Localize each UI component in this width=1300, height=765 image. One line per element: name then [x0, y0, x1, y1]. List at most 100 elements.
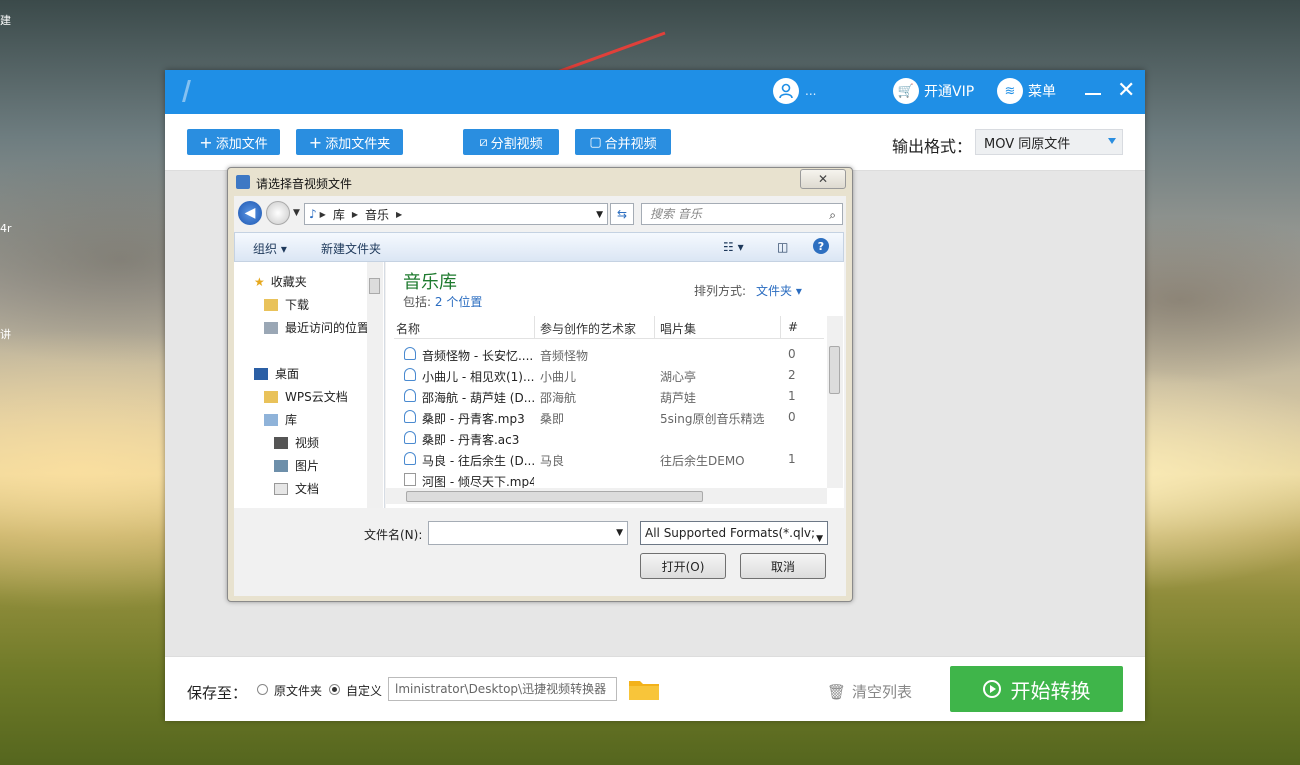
chevron-down-icon[interactable]: ▼ [596, 210, 603, 220]
download-folder-icon [264, 298, 278, 311]
cart-icon: 🛒 [893, 78, 919, 104]
dialog-title: 请选择音视频文件 [256, 177, 353, 191]
new-folder-button[interactable]: 新建文件夹 [321, 240, 381, 257]
merge-video-label: 合并视频 [604, 136, 657, 152]
scrollbar-thumb[interactable] [829, 346, 840, 394]
nav-favorites[interactable]: ★ 收藏夹 [254, 273, 307, 290]
nav-scrollbar[interactable] [367, 262, 383, 508]
app-logo [182, 80, 207, 102]
dialog-close-button[interactable]: ✕ [800, 169, 846, 189]
start-convert-button[interactable]: 开始转换 [950, 666, 1123, 712]
save-to-label: 保存至： [187, 684, 248, 702]
radio-custom[interactable] [329, 684, 340, 695]
chevron-right-icon: ▶ [319, 209, 326, 219]
minimize-button[interactable] [1085, 93, 1101, 95]
nav-libraries[interactable]: 库 [264, 411, 297, 428]
save-path-input[interactable]: lministrator\Desktop\迅捷视频转换器 [388, 677, 617, 701]
start-convert-label: 开始转换 [1010, 678, 1091, 703]
file-row[interactable]: 桑即 - 丹青客.mp3 桑即 5sing原创音乐精选 0 [394, 407, 824, 428]
library-subtitle: 包括: 2 个位置 [403, 293, 482, 310]
nav-videos[interactable]: 视频 [274, 434, 319, 451]
preview-pane-icon[interactable]: ◫ [777, 240, 788, 254]
radio-original-folder[interactable] [257, 684, 268, 695]
file-row[interactable]: 音频怪物 - 长安忆.... 音频怪物 0 [394, 344, 824, 365]
file-row[interactable]: 马良 - 往后余生 (D... 马良 往后余生DEMO 1 [394, 449, 824, 470]
search-input[interactable]: 搜索 音乐 ⌕ [641, 203, 843, 225]
audio-file-icon [404, 347, 416, 360]
nav-desktop[interactable]: 桌面 [254, 365, 299, 382]
audio-file-icon [404, 389, 416, 402]
breadcrumb-music[interactable]: 音乐 [365, 206, 389, 223]
nav-wps-cloud[interactable]: WPS云文档 [264, 388, 348, 405]
column-number[interactable]: # [788, 320, 798, 334]
desktop-icon-label: 建 [0, 14, 11, 27]
nav-recent[interactable]: 最近访问的位置 [264, 319, 369, 336]
file-number: 1 [788, 452, 796, 466]
folder-icon[interactable] [629, 678, 659, 700]
back-button[interactable]: ◀ [238, 201, 262, 225]
output-format-value: MOV 同原文件 [984, 136, 1071, 152]
nav-desktop-label: 桌面 [275, 367, 300, 381]
split-video-button[interactable]: ⧄ 分割视频 [463, 129, 559, 155]
open-file-dialog: 请选择音视频文件 ✕ ◀ ▼ ♪ ▶ 库 ▶ 音乐 ▶ ▼ ⇆ 搜索 音乐 ⌕ … [227, 167, 853, 602]
scrollbar-thumb[interactable] [369, 278, 380, 294]
merge-video-button[interactable]: ▢ 合并视频 [575, 129, 671, 155]
nav-documents[interactable]: 文档 [274, 480, 319, 497]
breadcrumb-library[interactable]: 库 [333, 206, 345, 223]
scrollbar-thumb[interactable] [406, 491, 703, 502]
chevron-right-icon: ▶ [396, 209, 403, 219]
filename-input[interactable]: ▼ [428, 521, 628, 545]
title-bar: ... 🛒 开通VIP ≋ 菜单 ✕ [165, 70, 1145, 114]
chevron-down-icon [1108, 138, 1116, 144]
file-artist: 小曲儿 [540, 370, 577, 384]
view-options-icon[interactable]: ☷ ▾ [723, 240, 744, 254]
output-format-select[interactable]: MOV 同原文件 [975, 129, 1123, 155]
history-dropdown-icon[interactable]: ▼ [293, 208, 300, 218]
file-album: 湖心亭 [660, 370, 697, 384]
vip-button[interactable]: 🛒 开通VIP [893, 78, 974, 104]
user-name[interactable]: ... [805, 84, 816, 98]
refresh-button[interactable]: ⇆ [610, 203, 634, 225]
file-type-select[interactable]: All Supported Formats(*.qlv; ▼ [640, 521, 828, 545]
menu-button[interactable]: ≋ 菜单 [997, 78, 1056, 104]
user-avatar[interactable] [773, 78, 799, 104]
file-row[interactable]: 邵海航 - 葫芦娃 (D... 邵海航 葫芦娃 1 [394, 386, 824, 407]
chevron-down-icon[interactable]: ▼ [616, 528, 623, 538]
cancel-button[interactable]: 取消 [740, 553, 826, 579]
file-artist: 马良 [540, 454, 565, 468]
file-artist: 桑即 [540, 412, 565, 426]
library-locations-link[interactable]: 2 个位置 [435, 295, 482, 309]
clear-list-button[interactable]: 🗑 清空列表 [827, 681, 912, 702]
forward-button[interactable] [266, 201, 290, 225]
star-icon: ★ [254, 274, 265, 289]
file-row[interactable]: 小曲儿 - 相见欢(1).... 小曲儿 湖心亭 2 [394, 365, 824, 386]
file-name: 马良 - 往后余生 (D... [422, 454, 534, 468]
help-icon[interactable]: ? [813, 238, 829, 254]
nav-pictures-label: 图片 [295, 459, 320, 473]
nav-downloads[interactable]: 下载 [264, 296, 309, 313]
file-list-vscroll[interactable] [827, 316, 843, 488]
plus-icon: + [308, 132, 323, 152]
file-number: 1 [788, 389, 796, 403]
file-number: 0 [788, 347, 796, 361]
column-name[interactable]: 名称 [396, 320, 420, 337]
address-bar[interactable]: ♪ ▶ 库 ▶ 音乐 ▶ ▼ [304, 203, 608, 225]
address-row: ◀ ▼ ♪ ▶ 库 ▶ 音乐 ▶ ▼ ⇆ 搜索 音乐 ⌕ [234, 198, 846, 228]
nav-pictures[interactable]: 图片 [274, 457, 319, 474]
nav-wps-label: WPS云文档 [285, 390, 348, 404]
add-folder-button[interactable]: + 添加文件夹 [296, 129, 403, 155]
file-row[interactable]: 桑即 - 丹青客.ac3 [394, 428, 824, 449]
filename-label: 文件名(N): [364, 528, 423, 542]
column-artist[interactable]: 参与创作的艺术家 [540, 320, 636, 337]
add-file-button[interactable]: + 添加文件 [187, 129, 280, 155]
file-number: 2 [788, 368, 796, 382]
open-button[interactable]: 打开(O) [640, 553, 726, 579]
file-list-hscroll[interactable] [386, 488, 827, 504]
organize-menu[interactable]: 组织 ▾ [253, 240, 287, 257]
file-number: 0 [788, 410, 796, 424]
column-album[interactable]: 唱片集 [660, 320, 696, 337]
nav-libraries-label: 库 [285, 413, 298, 427]
close-button[interactable]: ✕ [1117, 80, 1135, 102]
file-album: 往后余生DEMO [660, 454, 745, 468]
sort-dropdown[interactable]: 文件夹 ▾ [756, 282, 802, 299]
